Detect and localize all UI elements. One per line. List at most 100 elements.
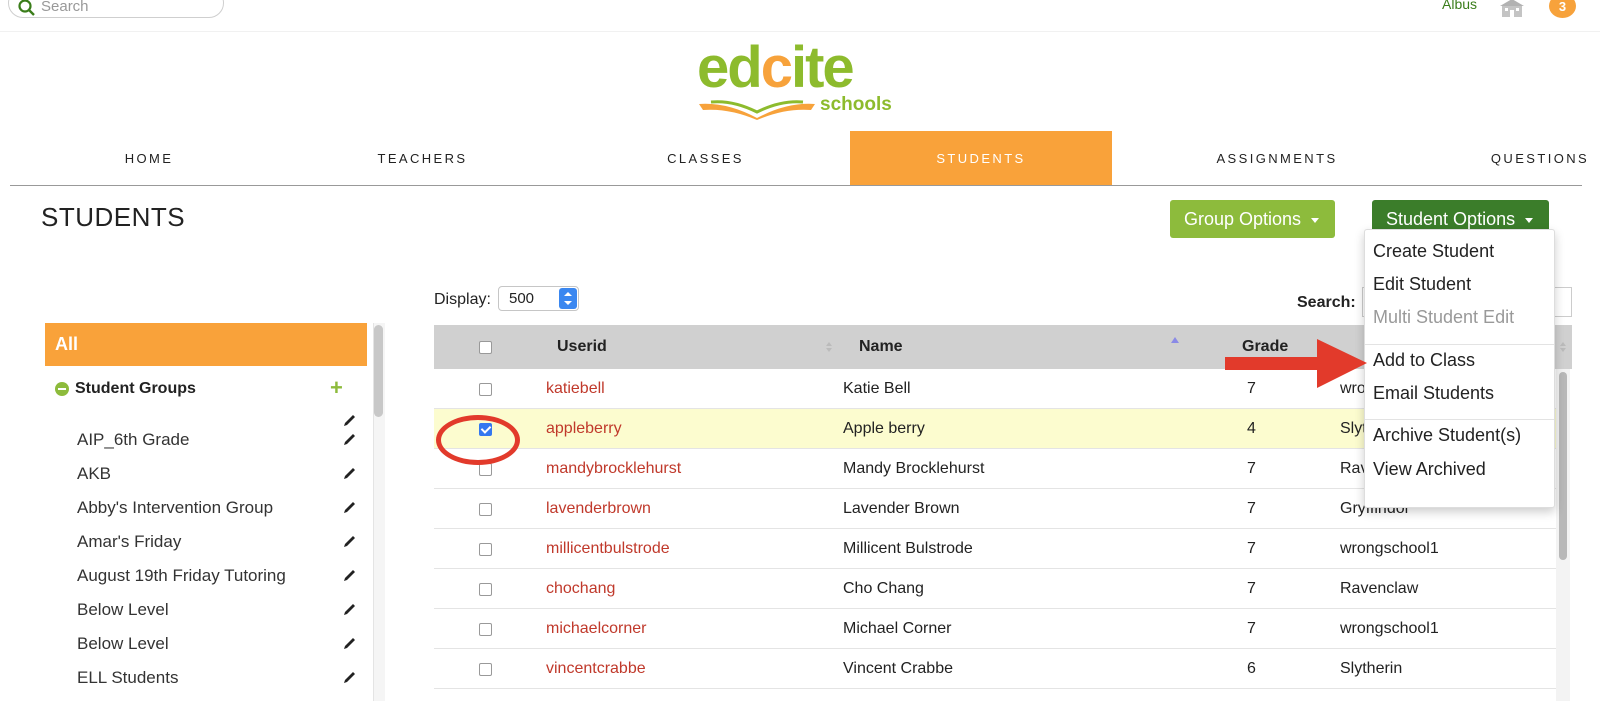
pencil-icon[interactable] (342, 636, 357, 651)
student-name: Mandy Brocklehurst (843, 460, 985, 477)
student-grade: 6 (1247, 660, 1256, 677)
userid-link[interactable]: lavenderbrown (546, 500, 651, 518)
select-arrows-icon (559, 288, 577, 309)
table-row[interactable]: chochang Cho Chang 7 Ravenclaw (434, 569, 1557, 609)
group-item[interactable]: AKB (77, 464, 111, 484)
sort-ascending-icon[interactable] (1171, 335, 1179, 347)
sidebar-scroll-thumb[interactable] (374, 325, 383, 417)
pencil-icon[interactable] (342, 534, 357, 549)
main-nav: HOME TEACHERS CLASSES STUDENTS ASSIGNMEN… (10, 131, 1600, 186)
table-row[interactable]: millicentbulstrode Millicent Bulstrode 7… (434, 529, 1557, 569)
student-grade: 7 (1247, 540, 1256, 557)
student-grade: 7 (1247, 580, 1256, 597)
userid-link[interactable]: chochang (546, 580, 615, 598)
group-item[interactable]: Below Level (77, 634, 169, 654)
col-header-name[interactable]: Name (859, 338, 903, 356)
menu-item-add-to-class[interactable]: Add to Class (1373, 350, 1475, 371)
nav-divider (10, 185, 1582, 186)
nav-home[interactable]: HOME (64, 131, 234, 186)
userid-link[interactable]: appleberry (546, 420, 622, 438)
student-groups-heading[interactable]: Student Groups (75, 380, 196, 398)
group-item[interactable]: AIP_6th Grade (77, 430, 189, 450)
school-icon[interactable] (1500, 0, 1524, 18)
group-item[interactable]: Abby's Intervention Group (77, 498, 273, 518)
menu-item-email-students[interactable]: Email Students (1373, 383, 1494, 404)
nav-classes[interactable]: CLASSES (618, 131, 793, 186)
table-row[interactable]: michaelcorner Michael Corner 7 wrongscho… (434, 609, 1557, 649)
red-arrow-annotation (1225, 339, 1367, 388)
group-item[interactable]: Amar's Friday (77, 532, 181, 552)
display-label: Display: (434, 291, 491, 308)
sidebar-item-all[interactable]: All (45, 323, 367, 366)
student-grade: 7 (1247, 460, 1256, 477)
student-school: wrongschool1 (1340, 620, 1439, 637)
table-row[interactable]: vincentcrabbe Vincent Crabbe 6 Slytherin (434, 649, 1557, 689)
pencil-icon[interactable] (342, 670, 357, 685)
userid-link[interactable]: mandybrocklehurst (546, 460, 681, 478)
caret-down-icon (1311, 217, 1320, 223)
pencil-icon[interactable] (342, 413, 357, 428)
row-checkbox[interactable] (479, 543, 492, 556)
row-checkbox[interactable] (479, 383, 492, 396)
nav-assignments[interactable]: ASSIGNMENTS (1182, 131, 1372, 186)
pencil-icon[interactable] (342, 432, 357, 447)
student-name: Michael Corner (843, 620, 952, 637)
menu-divider (1365, 419, 1554, 420)
userid-link[interactable]: michaelcorner (546, 620, 646, 638)
menu-item-create-student[interactable]: Create Student (1373, 241, 1494, 262)
search-icon (18, 0, 35, 16)
row-checkbox[interactable] (479, 663, 492, 676)
student-school: Slytherin (1340, 660, 1403, 677)
table-scroll-thumb[interactable] (1559, 372, 1567, 560)
userid-link[interactable]: vincentcrabbe (546, 660, 646, 678)
sort-icon[interactable] (825, 341, 833, 353)
select-all-checkbox[interactable] (479, 341, 492, 354)
student-grade: 4 (1247, 420, 1256, 437)
page-title: STUDENTS (41, 202, 186, 232)
student-name: Apple berry (843, 420, 925, 437)
table-search-label: Search: (1297, 294, 1356, 311)
row-checkbox[interactable] (479, 503, 492, 516)
pencil-icon[interactable] (342, 466, 357, 481)
student-name: Vincent Crabbe (843, 660, 953, 677)
user-name[interactable]: Albus (1442, 0, 1477, 12)
group-options-button[interactable]: Group Options (1170, 200, 1335, 238)
logo-wordmark[interactable]: edcite (697, 34, 855, 101)
logo-subtitle: schools (820, 94, 892, 115)
row-checkbox[interactable] (479, 623, 492, 636)
menu-item-view-archived[interactable]: View Archived (1373, 459, 1486, 480)
student-name: Cho Chang (843, 580, 924, 597)
menu-item-edit-student[interactable]: Edit Student (1373, 274, 1471, 295)
collapse-minus-icon[interactable] (55, 382, 69, 396)
student-name: Lavender Brown (843, 500, 960, 517)
group-item[interactable]: Below Level (77, 600, 169, 620)
display-select[interactable]: 500 (498, 286, 579, 311)
student-grade: 7 (1247, 620, 1256, 637)
pencil-icon[interactable] (342, 500, 357, 515)
pencil-icon[interactable] (342, 568, 357, 583)
nav-students[interactable]: STUDENTS (850, 131, 1112, 186)
nav-teachers[interactable]: TEACHERS (335, 131, 510, 186)
global-search-input[interactable]: Search (8, 0, 224, 18)
menu-item-multi-student-edit: Multi Student Edit (1373, 307, 1515, 327)
student-grade: 7 (1247, 500, 1256, 517)
col-header-userid[interactable]: Userid (557, 338, 607, 356)
notification-badge[interactable]: 3 (1549, 0, 1576, 18)
book-logo-icon (699, 100, 815, 120)
plus-icon[interactable]: + (330, 375, 343, 401)
pencil-icon[interactable] (342, 602, 357, 617)
nav-questions[interactable]: QUESTIONS (1480, 131, 1600, 186)
menu-divider (1365, 344, 1554, 345)
userid-link[interactable]: millicentbulstrode (546, 540, 670, 558)
group-item[interactable]: August 19th Friday Tutoring (77, 566, 286, 586)
header-divider (0, 31, 1600, 32)
student-options-menu: Create Student Edit Student Multi Studen… (1364, 229, 1555, 508)
group-item[interactable]: ELL Students (77, 668, 178, 688)
menu-item-archive-students[interactable]: Archive Student(s) (1373, 425, 1521, 446)
row-checkbox[interactable] (479, 583, 492, 596)
sort-icon[interactable] (1559, 341, 1567, 353)
userid-link[interactable]: katiebell (546, 380, 605, 398)
highlight-circle-annotation (436, 415, 520, 465)
search-placeholder: Search (41, 0, 89, 15)
student-name: Katie Bell (843, 380, 911, 397)
